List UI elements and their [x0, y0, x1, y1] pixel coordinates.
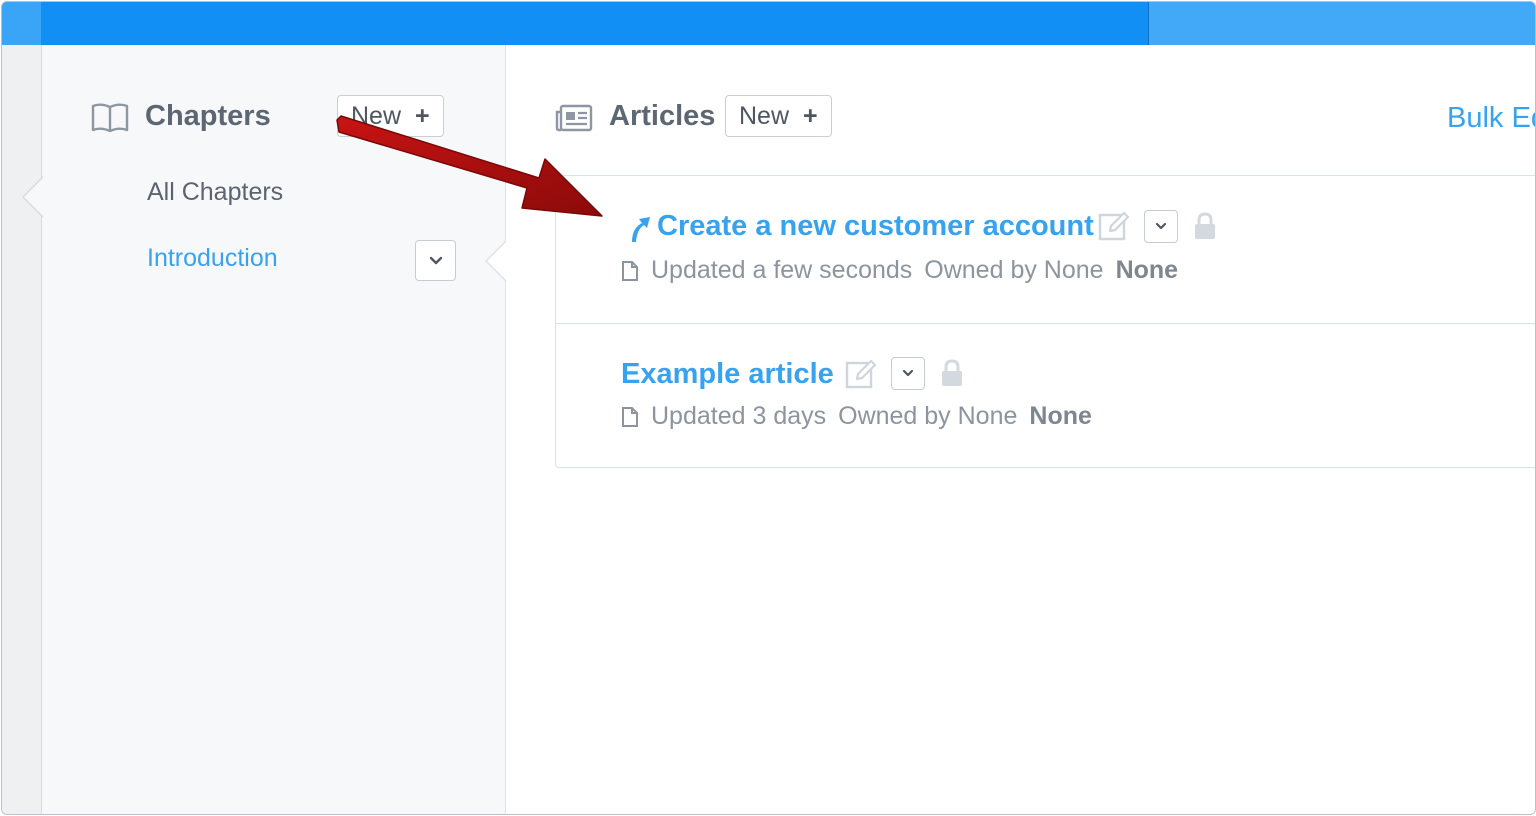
- document-icon: [622, 260, 638, 281]
- article-meta: Updated a few seconds Owned by None None: [621, 256, 1178, 285]
- top-bar-right-segment: [1148, 2, 1535, 45]
- edit-icon[interactable]: [1098, 210, 1130, 242]
- article-options-dropdown[interactable]: [891, 357, 925, 390]
- book-icon: [91, 103, 129, 133]
- article-updated: Updated 3 days: [651, 402, 827, 430]
- chevron-down-icon: [1155, 222, 1167, 230]
- article-title-link[interactable]: Create a new customer account: [657, 210, 1094, 243]
- introduction-dropdown-button[interactable]: [415, 240, 456, 281]
- app-window: Chapters New + All Chapters Introduction…: [1, 1, 1536, 815]
- article-updated: Updated a few seconds: [651, 256, 913, 284]
- sidebar-item-introduction[interactable]: Introduction: [147, 244, 278, 273]
- top-bar-left-segment: [2, 2, 41, 45]
- chevron-down-icon: [902, 369, 914, 377]
- new-article-label: New: [739, 101, 790, 130]
- sidebar-notch-fill: [24, 177, 44, 217]
- article-owner: Owned by None: [924, 256, 1104, 284]
- row-divider: [556, 323, 1535, 324]
- article-status: None: [1115, 256, 1179, 284]
- annotation-arrow: [336, 115, 603, 217]
- article-title-link[interactable]: Example article: [621, 358, 834, 391]
- new-article-button[interactable]: New +: [725, 95, 832, 137]
- edit-icon[interactable]: [845, 358, 877, 390]
- articles-title: Articles: [609, 100, 716, 132]
- active-chapter-pointer-fill: [487, 241, 507, 281]
- bulk-edit-link[interactable]: Bulk Ed: [1447, 102, 1535, 135]
- left-rail: [2, 45, 42, 814]
- lock-icon: [1195, 212, 1215, 239]
- document-icon: [622, 406, 638, 427]
- article-options-dropdown[interactable]: [1144, 210, 1178, 243]
- lock-icon: [942, 359, 962, 386]
- sidebar-item-all-chapters[interactable]: All Chapters: [147, 178, 283, 207]
- article-owner: Owned by None: [838, 402, 1018, 430]
- chapters-title: Chapters: [145, 100, 271, 132]
- article-meta: Updated 3 days Owned by None None: [621, 402, 1092, 431]
- redirect-arrow-icon: [632, 217, 650, 242]
- chevron-down-icon: [429, 256, 442, 264]
- article-status: None: [1029, 402, 1092, 430]
- top-bar: [2, 2, 1535, 45]
- plus-icon: +: [803, 101, 818, 130]
